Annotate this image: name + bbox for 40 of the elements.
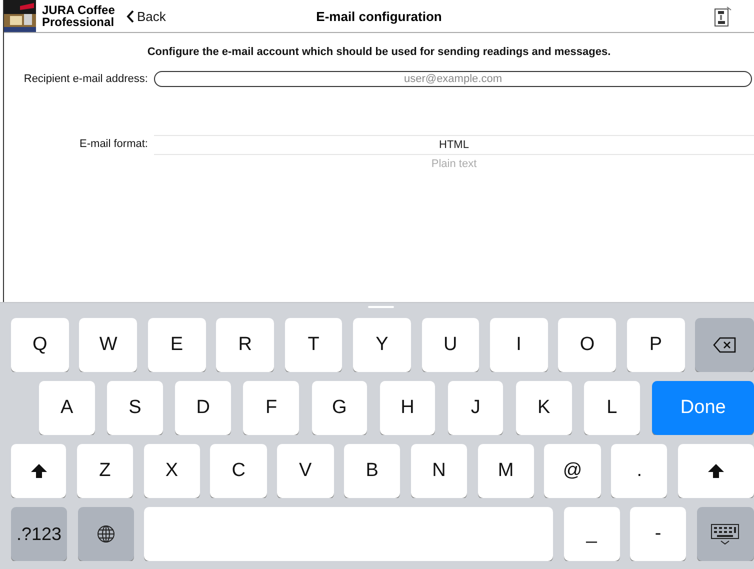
keyboard-key[interactable]: J: [448, 381, 504, 435]
email-field[interactable]: user@example.com: [154, 71, 752, 87]
keyboard-key[interactable]: R: [216, 318, 274, 372]
keyboard-key[interactable]: K: [516, 381, 572, 435]
field-label: E-mail format:: [78, 137, 149, 150]
keyboard-key[interactable]: W: [79, 318, 138, 372]
keyboard-key[interactable]: _: [564, 507, 620, 561]
keyboard-key[interactable]: N: [410, 444, 468, 498]
keyboard-key[interactable]: X: [144, 444, 200, 498]
keyboard-key[interactable]: O: [558, 318, 616, 372]
page-title: E-mail configuration: [316, 8, 442, 24]
keyboard-key[interactable]: A: [39, 381, 95, 435]
picker-option[interactable]: HTML: [439, 139, 469, 151]
keyboard-key[interactable]: U: [422, 318, 480, 372]
keyboard-key[interactable]: P: [626, 318, 685, 372]
keyboard-key[interactable]: E: [148, 318, 206, 372]
numbers-key[interactable]: .?123: [11, 507, 67, 561]
keyboard-key[interactable]: -: [630, 507, 686, 561]
keyboard-key[interactable]: C: [210, 444, 267, 498]
keyboard-key[interactable]: H: [380, 381, 436, 435]
keyboard-key[interactable]: M: [478, 444, 534, 498]
keyboard-key[interactable]: T: [284, 318, 342, 372]
back-button[interactable]: Back: [126, 8, 166, 24]
keyboard-key[interactable]: Y: [353, 318, 411, 372]
keyboard-key[interactable]: Z: [76, 444, 134, 498]
keyboard-key[interactable]: G: [312, 381, 368, 435]
done-button[interactable]: Done: [652, 381, 754, 435]
keyboard-key[interactable]: B: [344, 444, 400, 498]
keyboard-key[interactable]: D: [175, 381, 231, 435]
keyboard-key[interactable]: L: [584, 381, 640, 435]
keyboard-key[interactable]: V: [277, 444, 334, 498]
keyboard-key[interactable]: .: [611, 444, 668, 498]
field-label: Recipient e-mail address:: [22, 73, 149, 85]
app-name: JURA Coffee Professional: [42, 4, 116, 28]
keyboard-key[interactable]: @: [544, 444, 601, 498]
instruction-text: Configure the e-mail account which should be used for sending readings and messages.: [146, 45, 612, 60]
keyboard-key[interactable]: I: [490, 318, 548, 372]
keyboard-key[interactable]: F: [243, 381, 300, 435]
keyboard-key[interactable]: Q: [11, 318, 69, 372]
keyboard-key[interactable]: S: [107, 381, 163, 435]
